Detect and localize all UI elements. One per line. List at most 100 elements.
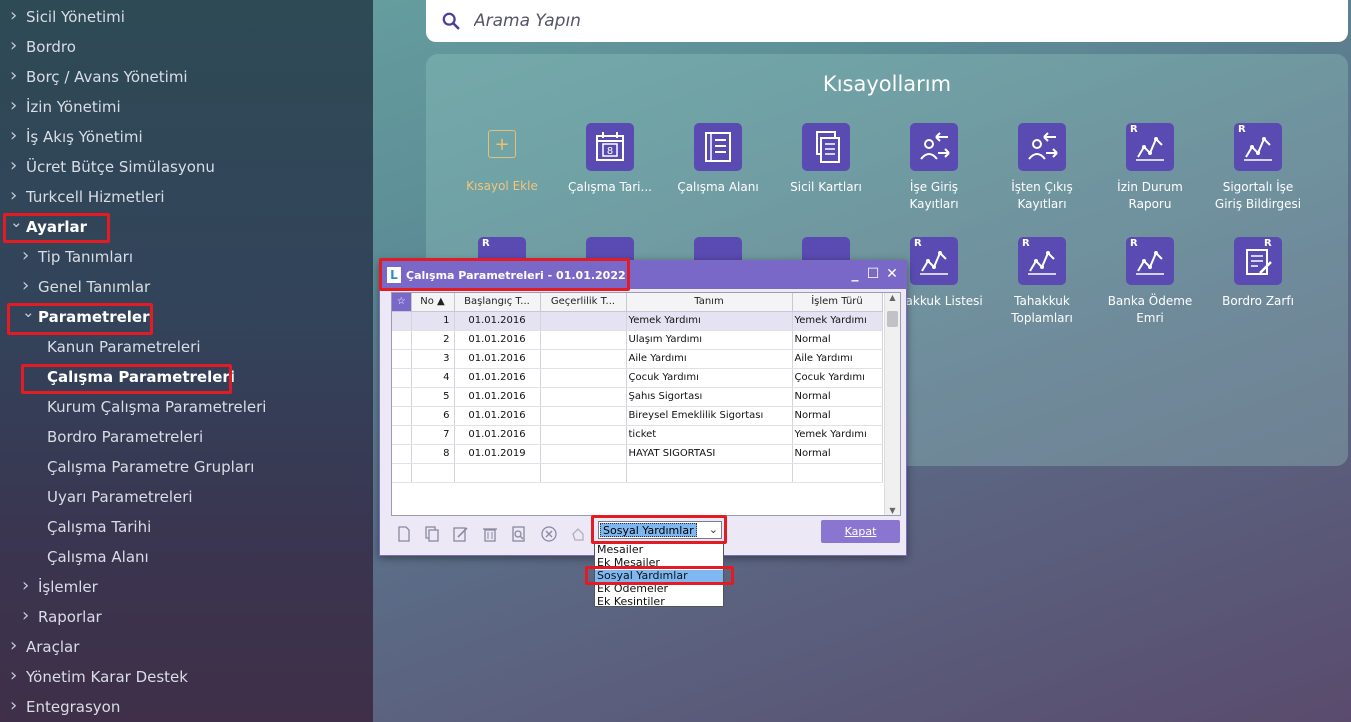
sidebar-item[interactable]: Araçlar (0, 632, 373, 662)
add-shortcut-tile[interactable]: + Kısayol Ekle (452, 130, 552, 195)
sidebar-item[interactable]: Çalışma Alanı (0, 542, 373, 572)
table-row[interactable]: 7 01.01.2016 ticket Yemek Yardımı (392, 425, 883, 445)
table-row[interactable]: 5 01.01.2016 Şahıs Sigortası Normal (392, 387, 883, 407)
chevron-right-icon[interactable] (22, 279, 32, 295)
sidebar-item[interactable]: İzin Yönetimi (0, 92, 373, 122)
sidebar-item[interactable]: İş Akış Yönetimi (0, 122, 373, 152)
parameters-grid[interactable]: ☆ No ▲ Başlangıç T... Geçerlilik T... Ta… (391, 292, 901, 516)
cancel-icon[interactable] (540, 525, 558, 543)
chevron-right-icon[interactable] (22, 579, 32, 595)
table-row[interactable]: 1 01.01.2016 Yemek Yardımı Yemek Yardımı (392, 311, 883, 331)
chevron-right-icon[interactable] (10, 669, 20, 685)
search-bar[interactable] (426, 0, 1348, 42)
shortcut-tile-calisma-alani[interactable]: Çalışma Alanı (668, 123, 768, 196)
sidebar-item[interactable]: Tip Tanımları (0, 242, 373, 272)
close-button[interactable]: Kapat (821, 520, 900, 543)
sidebar-item[interactable]: Borç / Avans Yönetimi (0, 62, 373, 92)
chevron-right-icon[interactable] (10, 639, 20, 655)
shortcut-tile-tahakkuk-toplamlari[interactable]: R Tahakkuk Toplamları (992, 237, 1092, 327)
column-header-no[interactable]: No ▲ (411, 293, 455, 312)
sidebar-item-label: İzin Yönetimi (26, 98, 121, 116)
column-header-type[interactable]: İşlem Türü (792, 293, 883, 312)
chevron-right-icon[interactable] (10, 99, 20, 115)
sidebar-item[interactable]: Bordro Parametreleri (0, 422, 373, 452)
delete-icon[interactable] (481, 525, 499, 543)
sidebar-item-label: Turkcell Hizmetleri (26, 188, 165, 206)
sidebar-item[interactable]: Çalışma Parametreleri (0, 362, 373, 392)
shortcut-label: İşten Çıkış Kayıtları (1011, 180, 1073, 211)
chevron-right-icon[interactable] (10, 69, 20, 85)
sidebar-item[interactable]: Yönetim Karar Destek (0, 662, 373, 692)
scrollbar-thumb[interactable] (887, 311, 898, 327)
sidebar-item[interactable]: İşlemler (0, 572, 373, 602)
scroll-down-icon[interactable]: ▼ (885, 506, 900, 515)
sidebar-item[interactable]: Çalışma Parametre Grupları (0, 452, 373, 482)
category-select[interactable]: Sosyal Yardımlar ⌄ (598, 521, 722, 539)
dropdown-option[interactable]: Ek Kesintiler (595, 596, 723, 609)
shortcut-label: Çalışma Tari... (568, 180, 652, 194)
chevron-right-icon[interactable] (22, 609, 32, 625)
minimize-icon[interactable]: _ (848, 266, 862, 282)
column-header-name[interactable]: Tanım (626, 293, 793, 312)
preview-icon[interactable] (510, 525, 528, 543)
category-dropdown-list[interactable]: Mesailer Ek Mesailer Sosyal Yardımlar Ek… (594, 543, 724, 609)
chevron-right-icon[interactable] (10, 129, 20, 145)
column-header-valid[interactable]: Geçerlilik T... (540, 293, 627, 312)
chevron-right-icon[interactable] (10, 9, 20, 25)
table-row[interactable]: 2 01.01.2016 Ulaşım Yardımı Normal (392, 330, 883, 350)
vertical-scrollbar[interactable]: ▲ ▼ (884, 293, 900, 515)
close-icon[interactable]: ✕ (885, 266, 899, 282)
search-input[interactable] (474, 11, 1074, 31)
sidebar-item[interactable]: Ücret Bütçe Simülasyonu (0, 152, 373, 182)
chevron-down-icon[interactable] (22, 310, 32, 325)
sidebar-item-label: Entegrasyon (26, 698, 121, 716)
chevron-right-icon[interactable] (10, 39, 20, 55)
table-row[interactable]: 3 01.01.2016 Aile Yardımı Aile Yardımı (392, 349, 883, 369)
calendar-icon: 8 (586, 123, 634, 171)
shortcut-tile-isten-cikis[interactable]: İşten Çıkış Kayıtları (992, 123, 1092, 213)
sidebar-item[interactable]: Entegrasyon (0, 692, 373, 722)
table-row[interactable]: 8 01.01.2019 HAYAT SIGORTASI Normal (392, 444, 883, 464)
shortcut-tile-sigortali-ise-giris[interactable]: R Sigortalı İşe Giriş Bildirgesi (1208, 123, 1308, 213)
chevron-right-icon[interactable] (10, 189, 20, 205)
chevron-down-icon[interactable]: ⌄ (709, 523, 718, 536)
sidebar-item[interactable]: Çalışma Tarihi (0, 512, 373, 542)
shortcut-tile-banka-odeme-emri[interactable]: R Banka Ödeme Emri (1100, 237, 1200, 327)
sidebar-item[interactable]: Sicil Yönetimi (0, 2, 373, 32)
edit-icon[interactable] (451, 525, 469, 543)
star-icon[interactable]: ☆ (392, 293, 412, 312)
chevron-right-icon[interactable] (22, 249, 32, 265)
sidebar-item[interactable]: Kurum Çalışma Parametreleri (0, 392, 373, 422)
sidebar-item[interactable]: Turkcell Hizmetleri (0, 182, 373, 212)
chevron-right-icon[interactable] (10, 699, 20, 715)
sidebar-item[interactable]: Ayarlar (0, 212, 373, 242)
search-icon (442, 12, 460, 30)
hand-icon[interactable] (569, 525, 587, 543)
sidebar-item[interactable]: Parametreler (0, 302, 373, 332)
sidebar-item[interactable]: Raporlar (0, 602, 373, 632)
shortcut-tile-sicil-kartlari[interactable]: Sicil Kartları (776, 123, 876, 196)
table-row[interactable]: 6 01.01.2016 Bireysel Emeklilik Sigortası N… (392, 406, 883, 426)
dialog-titlebar[interactable]: L Çalışma Parametreleri - 01.01.2022 _ ☐… (380, 261, 906, 289)
sidebar-item-label: Bordro (26, 38, 76, 56)
sidebar-item[interactable]: Kanun Parametreleri (0, 332, 373, 362)
chevron-down-icon[interactable] (10, 220, 20, 235)
copy-icon[interactable] (423, 525, 441, 543)
sidebar-item[interactable]: Genel Tanımlar (0, 272, 373, 302)
maximize-icon[interactable]: ☐ (866, 266, 880, 282)
shortcut-tile-calisma-tarihi[interactable]: 8 Çalışma Tari... (560, 123, 660, 196)
shortcut-tile-bordro-zarfi[interactable]: R Bordro Zarfı (1208, 237, 1308, 310)
scroll-up-icon[interactable]: ▲ (885, 293, 900, 302)
sort-asc-icon: ▲ (437, 296, 445, 308)
sidebar-item-label: Ücret Bütçe Simülasyonu (26, 158, 215, 176)
sidebar-item[interactable]: Bordro (0, 32, 373, 62)
svg-text:8: 8 (607, 146, 613, 157)
chevron-right-icon[interactable] (10, 159, 20, 175)
shortcut-tile-ise-giris[interactable]: İşe Giriş Kayıtları (884, 123, 984, 213)
sidebar-item[interactable]: Uyarı Parametreleri (0, 482, 373, 512)
table-row[interactable]: 4 01.01.2016 Çocuk Yardımı Çocuk Yardımı (392, 368, 883, 388)
column-header-start[interactable]: Başlangıç T... (454, 293, 541, 312)
new-icon[interactable] (395, 525, 413, 543)
table-row-empty[interactable] (392, 463, 883, 483)
shortcut-tile-izin-durum-raporu[interactable]: R İzin Durum Raporu (1100, 123, 1200, 213)
